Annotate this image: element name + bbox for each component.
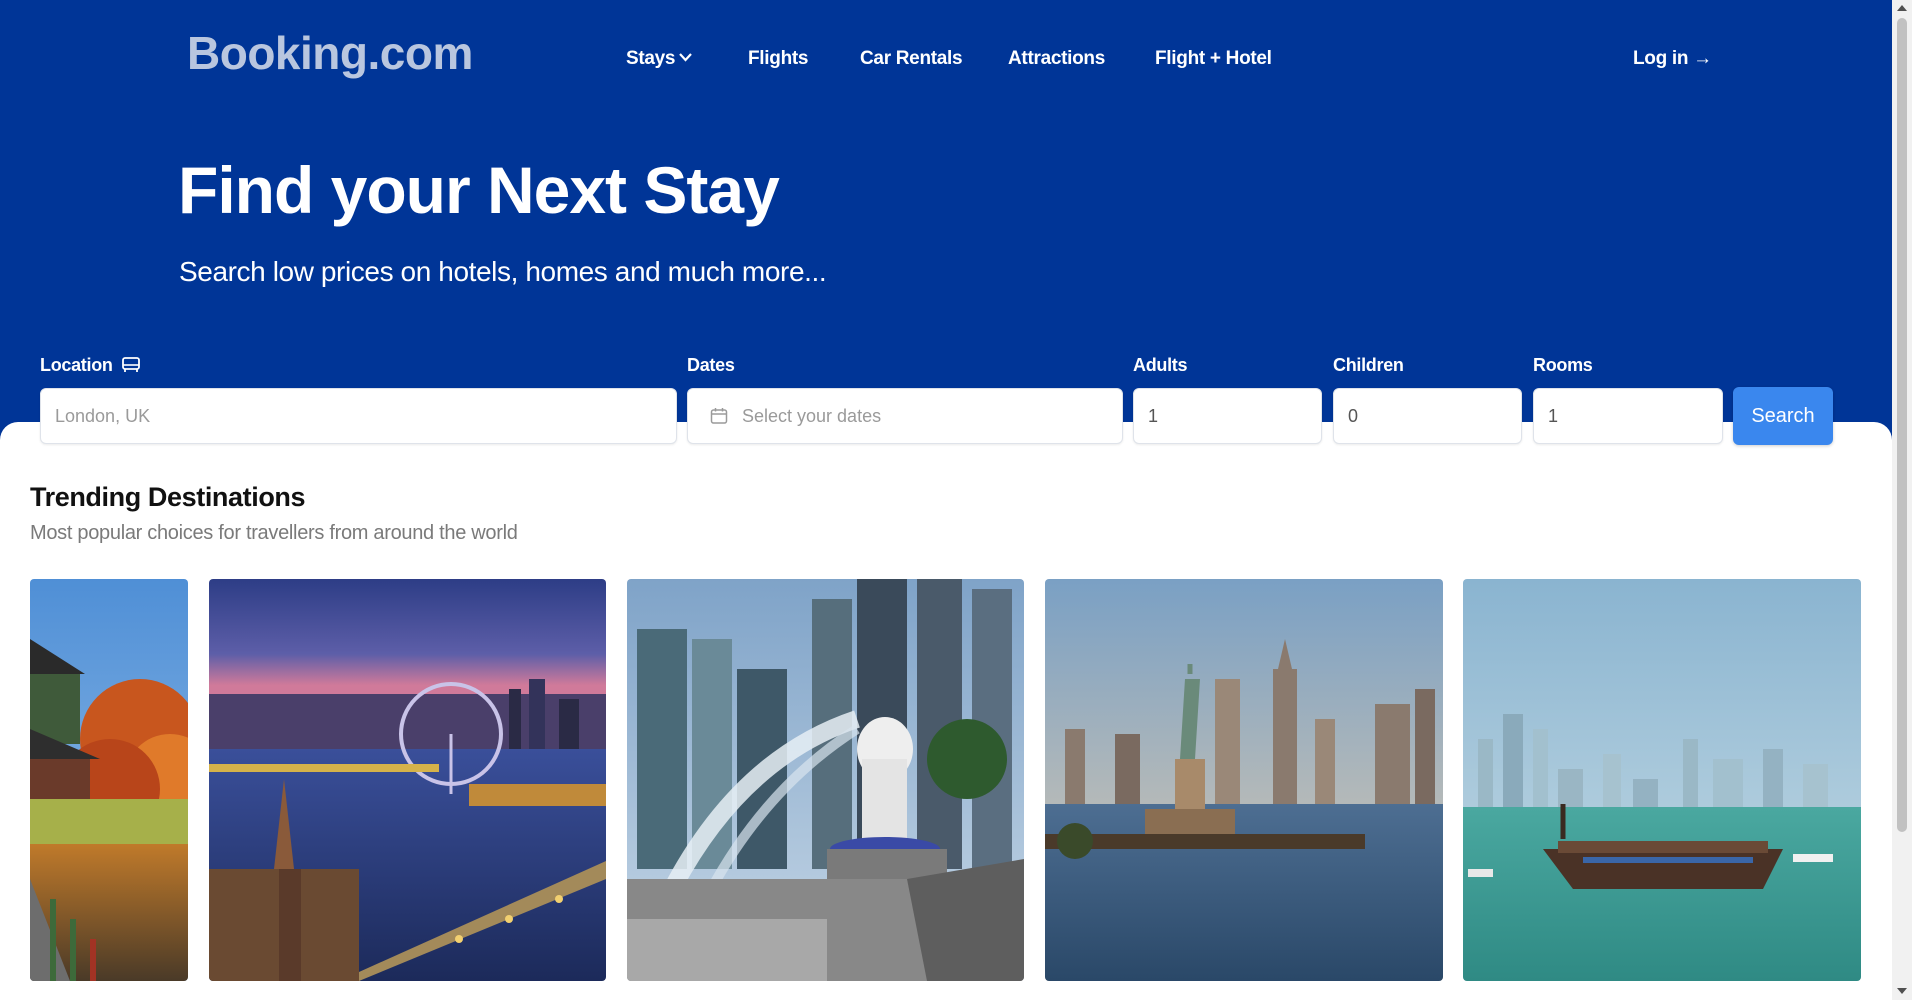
location-input[interactable]: London, UK	[40, 388, 677, 444]
nav-flights[interactable]: Flights	[748, 48, 808, 70]
dates-input[interactable]: Select your dates	[687, 388, 1123, 444]
nav-car-rentals[interactable]: Car Rentals	[860, 48, 963, 70]
london-eye-photo	[209, 579, 606, 981]
adults-value: 1	[1148, 405, 1159, 426]
location-label: Location	[40, 355, 141, 379]
dates-placeholder: Select your dates	[742, 405, 882, 426]
nav-flight-hotel[interactable]: Flight + Hotel	[1155, 48, 1272, 70]
calendar-icon	[710, 407, 728, 425]
children-input[interactable]: 0	[1333, 388, 1522, 444]
children-value: 0	[1348, 405, 1359, 426]
booking-logo[interactable]: Booking.com	[187, 26, 473, 80]
new-york-liberty-photo	[1045, 579, 1443, 981]
destination-card-new-york[interactable]	[1045, 579, 1443, 981]
nav-attractions[interactable]: Attractions	[1008, 48, 1105, 70]
page: Booking.com Stays Flights Car Rentals At…	[0, 0, 1912, 1000]
search-button[interactable]: Search	[1733, 387, 1833, 445]
nav-stays-label: Stays	[626, 48, 676, 69]
children-label: Children	[1333, 355, 1404, 375]
location-label-text: Location	[40, 355, 113, 375]
singapore-merlion-photo	[627, 579, 1024, 981]
seoul-palace-photo	[30, 579, 188, 981]
hero-banner: Booking.com Stays Flights Car Rentals At…	[0, 0, 1892, 440]
destination-card-london[interactable]	[209, 579, 606, 981]
rooms-label: Rooms	[1533, 355, 1593, 375]
vertical-scrollbar[interactable]	[1892, 0, 1912, 1000]
hero-subtitle: Search low prices on hotels, homes and m…	[179, 256, 827, 287]
doha-dhow-photo	[1463, 579, 1861, 981]
chevron-down-icon	[679, 49, 693, 65]
rooms-input[interactable]: 1	[1533, 388, 1723, 444]
trending-title: Trending Destinations	[30, 482, 306, 512]
destination-card-doha[interactable]	[1463, 579, 1861, 981]
nav-stays[interactable]: Stays	[626, 48, 693, 70]
trending-subtitle: Most popular choices for travellers from…	[30, 522, 518, 544]
login-link[interactable]: Log in →	[1633, 48, 1712, 70]
destination-card-seoul[interactable]	[30, 579, 188, 981]
hero-title: Find your Next Stay	[178, 153, 780, 227]
scroll-up-icon[interactable]	[1897, 5, 1907, 11]
bed-icon	[121, 356, 141, 379]
adults-input[interactable]: 1	[1133, 388, 1322, 444]
adults-label: Adults	[1133, 355, 1188, 375]
dates-label: Dates	[687, 355, 735, 375]
scroll-down-icon[interactable]	[1897, 988, 1907, 994]
scroll-thumb[interactable]	[1897, 18, 1907, 832]
destination-card-singapore[interactable]	[627, 579, 1024, 981]
rooms-value: 1	[1548, 405, 1559, 426]
location-placeholder: London, UK	[55, 405, 151, 426]
